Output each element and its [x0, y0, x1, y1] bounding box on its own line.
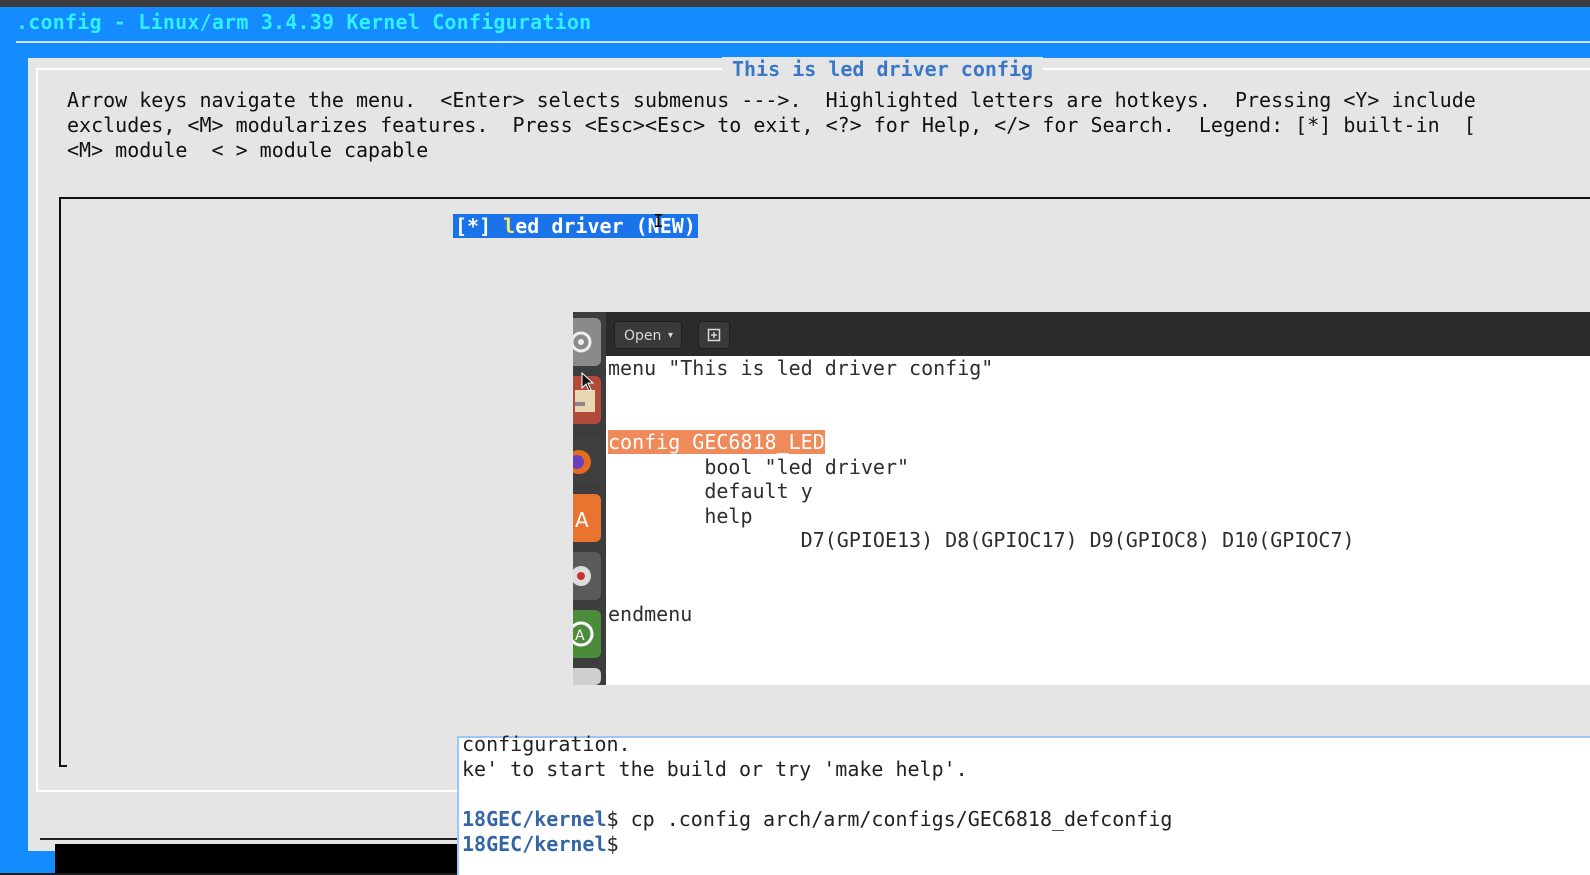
terminal-prompt: 18GEC/kernel: [462, 807, 607, 831]
open-button[interactable]: Open ▾: [614, 321, 682, 349]
terminal-text: ke' to start the build or try 'make help…: [462, 757, 968, 781]
shell-terminal[interactable]: configuration. ke' to start the build or…: [457, 732, 1590, 875]
menu-item-label: ed driver (NEW): [515, 214, 696, 238]
code-line: bool "led driver": [608, 454, 910, 479]
code-editor[interactable]: menu "This is led driver config" config …: [607, 356, 1590, 685]
gedit-window[interactable]: A A Open ▾ menu "This is led driver conf…: [567, 312, 1590, 685]
top-strip: [0, 0, 1590, 7]
terminal-prompt: 18GEC/kernel: [462, 832, 607, 856]
software-center-icon[interactable]: A: [573, 494, 601, 542]
new-document-icon: [707, 327, 721, 343]
open-button-label: Open: [624, 328, 662, 344]
settings-icon[interactable]: [570, 318, 601, 366]
code-line: endmenu: [608, 602, 693, 626]
menu-box-corner: [59, 765, 67, 767]
terminal-text: $: [606, 832, 619, 856]
mouse-pointer-icon: [581, 372, 595, 392]
terminal-line: ke' to start the build or try 'make help…: [462, 757, 968, 782]
chevron-down-icon: ▾: [667, 330, 673, 341]
screen-bottom-strip: [55, 844, 460, 873]
unity-launcher: A A: [567, 312, 606, 685]
code-line: D7(GPIOE13) D8(GPIOC17) D9(GPIOC8) D10(G…: [608, 528, 1355, 552]
trash-icon[interactable]: [573, 668, 601, 685]
help-text-line-3: <M> module < > module capable: [67, 138, 429, 162]
title-divider: [16, 41, 1590, 43]
update-icon[interactable]: A: [568, 610, 601, 658]
code-line-highlighted: config GEC6818_LED: [608, 430, 825, 454]
firefox-icon[interactable]: [567, 436, 601, 484]
window-title: .config - Linux/arm 3.4.39 Kernel Config…: [16, 10, 592, 34]
help-text-line-2: excludes, <M> modularizes features. Pres…: [67, 113, 1476, 137]
terminal-text: configuration.: [462, 732, 631, 756]
terminal-line: 18GEC/kernel$: [462, 832, 619, 857]
search-highlight: config GEC6818_LED: [608, 430, 825, 454]
dialog-title: This is led driver config: [722, 57, 1044, 81]
menu-item-hotkey: l: [503, 214, 516, 238]
terminal-text: $ cp .config arch/arm/configs/GEC6818_de…: [606, 807, 1173, 831]
terminal-line: configuration.: [462, 732, 631, 757]
system-tools-icon[interactable]: [571, 552, 601, 600]
dialog-border-left: [36, 68, 38, 790]
new-document-button[interactable]: [698, 321, 730, 349]
menu-item-checkbox: [*]: [455, 214, 504, 238]
code-line: default y: [608, 479, 813, 503]
svg-text:A: A: [575, 628, 585, 644]
code-line: help: [608, 503, 753, 528]
terminal-line: 18GEC/kernel$ cp .config arch/arm/config…: [462, 807, 1172, 832]
svg-text:A: A: [575, 508, 589, 532]
gedit-headerbar: Open ▾: [606, 312, 1590, 356]
code-line: menu "This is led driver config": [608, 356, 994, 380]
text-cursor-icon: I: [653, 211, 664, 232]
help-text-line-1: Arrow keys navigate the menu. <Enter> se…: [67, 88, 1476, 112]
